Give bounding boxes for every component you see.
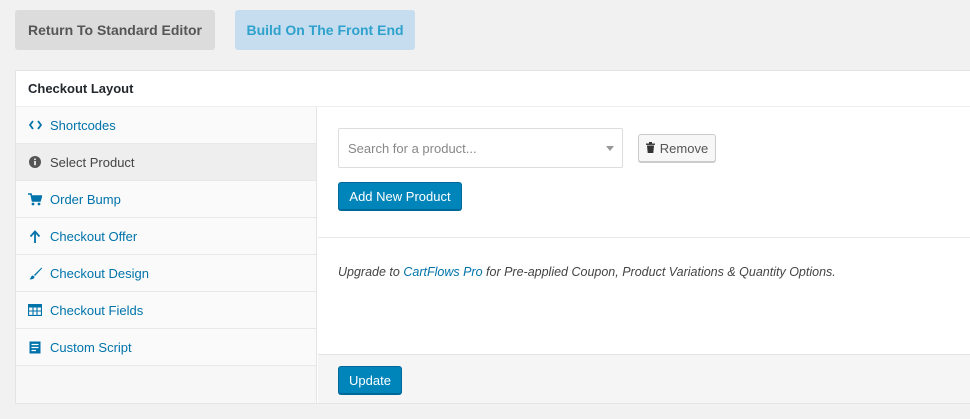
product-search-placeholder: Search for a product...: [348, 140, 477, 156]
cartflows-pro-link[interactable]: CartFlows Pro: [403, 265, 482, 279]
arrow-up-icon: [28, 229, 42, 243]
divider: [318, 237, 970, 238]
sidebar-item-checkout-fields[interactable]: Checkout Fields: [16, 292, 316, 329]
table-icon: [28, 303, 42, 317]
upgrade-notice: Upgrade to CartFlows Pro for Pre-applied…: [338, 265, 836, 279]
sidebar: Shortcodes Select Product Order Bump Che…: [16, 107, 317, 403]
cart-icon: [28, 192, 42, 206]
sidebar-item-shortcodes[interactable]: Shortcodes: [16, 107, 316, 144]
sidebar-item-select-product[interactable]: Select Product: [16, 144, 316, 181]
remove-label: Remove: [659, 140, 709, 156]
return-standard-editor-button[interactable]: Return To Standard Editor: [15, 10, 215, 50]
code-icon: [28, 118, 42, 132]
checkout-layout-panel: Checkout Layout Shortcodes Select Produc…: [15, 70, 970, 404]
update-button[interactable]: Update: [338, 366, 402, 394]
top-buttons: Return To Standard Editor Build On The F…: [15, 10, 415, 50]
panel-footer: Update: [318, 354, 970, 403]
content-area: Search for a product... Remove Add New P…: [318, 107, 970, 403]
info-icon: [28, 155, 42, 169]
brush-icon: [28, 266, 42, 280]
add-new-product-button[interactable]: Add New Product: [338, 182, 462, 210]
sidebar-item-custom-script[interactable]: Custom Script: [16, 329, 316, 366]
sidebar-item-order-bump[interactable]: Order Bump: [16, 181, 316, 218]
sidebar-item-label: Select Product: [50, 154, 135, 170]
upgrade-prefix: Upgrade to: [338, 265, 400, 279]
panel-title: Checkout Layout: [16, 71, 970, 107]
sidebar-item-label: Checkout Design: [50, 265, 149, 281]
upgrade-suffix: for Pre-applied Coupon, Product Variatio…: [486, 265, 836, 279]
sidebar-item-label: Order Bump: [50, 191, 121, 207]
document-icon: [28, 340, 42, 354]
sidebar-item-checkout-design[interactable]: Checkout Design: [16, 255, 316, 292]
build-front-end-button[interactable]: Build On The Front End: [235, 10, 415, 50]
sidebar-item-label: Checkout Fields: [50, 302, 144, 318]
trash-icon: [645, 141, 655, 156]
product-search-select[interactable]: Search for a product...: [338, 128, 623, 168]
remove-button[interactable]: Remove: [638, 134, 716, 162]
sidebar-item-label: Custom Script: [50, 339, 132, 355]
sidebar-item-label: Shortcodes: [50, 117, 116, 133]
chevron-down-icon: [606, 146, 614, 151]
sidebar-item-checkout-offer[interactable]: Checkout Offer: [16, 218, 316, 255]
sidebar-item-label: Checkout Offer: [50, 228, 138, 244]
